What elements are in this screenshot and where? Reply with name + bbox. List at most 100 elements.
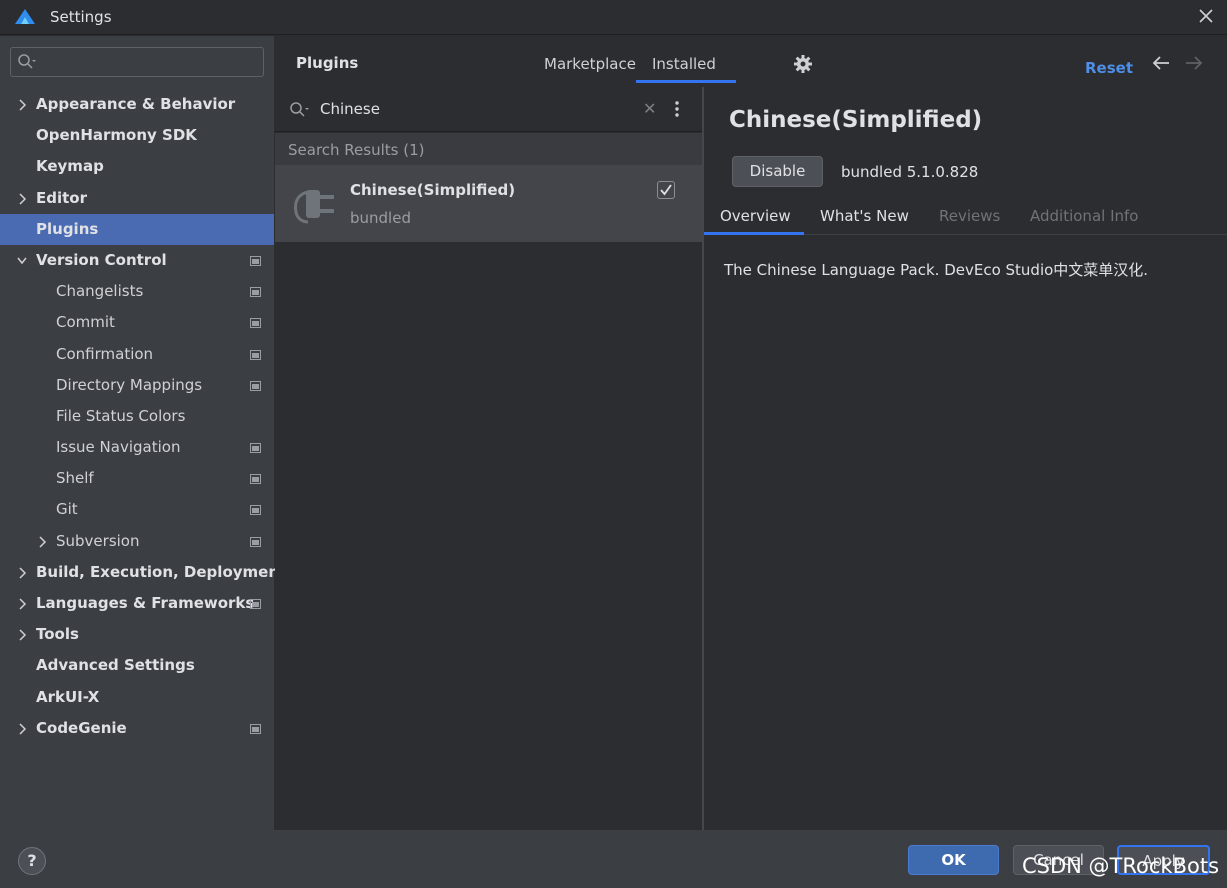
- sidebar-item-label: OpenHarmony SDK: [36, 126, 197, 145]
- clear-search-icon[interactable]: ✕: [643, 99, 656, 118]
- title-bar: Settings: [0, 0, 1227, 35]
- project-level-icon: [250, 505, 261, 516]
- forward-arrow-icon[interactable]: [1184, 54, 1204, 72]
- plugin-plug-icon: [294, 190, 334, 224]
- project-level-icon: [250, 318, 261, 329]
- sidebar-item-languages-frameworks[interactable]: Languages & Frameworks: [0, 588, 274, 619]
- sidebar-item-build-execution-deployment[interactable]: Build, Execution, Deployment: [0, 557, 286, 588]
- project-level-icon: [250, 349, 261, 360]
- sidebar-item-label: Git: [56, 500, 78, 519]
- chevron-right-icon[interactable]: [17, 567, 27, 579]
- sidebar-item-shelf[interactable]: Shelf: [0, 463, 274, 494]
- active-tab-indicator: [704, 232, 804, 235]
- sidebar-item-keymap[interactable]: Keymap: [0, 151, 274, 182]
- settings-sidebar: Appearance & Behavior OpenHarmony SDK Keym…: [0, 36, 286, 830]
- sidebar-item-openharmony-sdk[interactable]: OpenHarmony SDK: [0, 120, 274, 151]
- settings-nav-tree: Appearance & Behavior OpenHarmony SDK Keym…: [0, 89, 286, 744]
- plugin-source: bundled: [350, 209, 411, 227]
- tab-whats-new[interactable]: What's New: [820, 207, 909, 225]
- sidebar-item-editor[interactable]: Editor: [0, 183, 274, 214]
- close-window-button[interactable]: [1195, 5, 1217, 27]
- page-title: Plugins: [296, 54, 359, 72]
- watermark: CSDN @TRockBots: [1022, 854, 1220, 878]
- plugin-search-bar: Chinese ✕: [275, 87, 702, 132]
- more-options-icon[interactable]: [674, 100, 680, 118]
- project-level-icon: [250, 599, 261, 609]
- sidebar-item-commit[interactable]: Commit: [0, 307, 274, 338]
- plugins-header: Plugins Marketplace Installed Reset: [275, 36, 1227, 87]
- sidebar-item-changelists[interactable]: Changelists: [0, 276, 274, 307]
- results-count: Search Results (1): [288, 141, 425, 159]
- sidebar-item-codegenie[interactable]: CodeGenie: [0, 713, 274, 744]
- tab-marketplace[interactable]: Marketplace: [544, 55, 636, 73]
- search-icon: [290, 102, 309, 117]
- chevron-right-icon[interactable]: [17, 629, 27, 641]
- gear-icon[interactable]: [793, 54, 813, 74]
- sidebar-item-label: Languages & Frameworks: [36, 594, 255, 612]
- sidebar-item-label: Changelists: [56, 282, 144, 301]
- sidebar-item-label: Build, Execution, Deployment: [36, 562, 287, 581]
- plugin-list-item[interactable]: Chinese(Simplified) bundled: [275, 165, 702, 242]
- sidebar-item-arkui-x[interactable]: ArkUI-X: [0, 682, 274, 713]
- chevron-right-icon[interactable]: [17, 598, 27, 610]
- plugin-name: Chinese(Simplified): [350, 181, 516, 199]
- sidebar-item-git[interactable]: Git: [0, 494, 274, 525]
- plugin-enabled-checkbox[interactable]: [657, 181, 675, 199]
- close-icon: [1199, 9, 1213, 23]
- sidebar-item-label: Appearance & Behavior: [36, 95, 236, 113]
- sidebar-item-advanced-settings[interactable]: Advanced Settings: [0, 650, 274, 681]
- sidebar-item-label: ArkUI-X: [36, 687, 100, 706]
- deveco-logo-icon: [15, 9, 35, 24]
- project-level-icon: [250, 536, 261, 547]
- sidebar-item-confirmation[interactable]: Confirmation: [0, 339, 274, 370]
- sidebar-item-file-status-colors[interactable]: File Status Colors: [0, 401, 274, 432]
- sidebar-item-label: File Status Colors: [56, 406, 186, 425]
- sidebar-item-label: Directory Mappings: [56, 375, 203, 394]
- sidebar-item-label: Issue Navigation: [56, 438, 181, 457]
- sidebar-item-label: Plugins: [36, 219, 99, 238]
- project-level-icon: [250, 443, 261, 454]
- settings-search-input[interactable]: [10, 47, 264, 77]
- plugin-description: The Chinese Language Pack. DevEco Studio…: [724, 261, 1149, 279]
- reset-link[interactable]: Reset: [1085, 59, 1133, 77]
- chevron-down-icon[interactable]: [17, 255, 27, 267]
- sidebar-item-label: CodeGenie: [36, 718, 127, 737]
- sidebar-item-label: Shelf: [56, 469, 94, 488]
- sidebar-item-appearance-behavior[interactable]: Appearance & Behavior: [0, 89, 274, 120]
- chevron-right-icon[interactable]: [17, 723, 27, 735]
- ok-button[interactable]: OK: [908, 845, 999, 875]
- sidebar-item-label: Subversion: [56, 531, 140, 550]
- chevron-right-icon[interactable]: [17, 99, 27, 111]
- tab-reviews[interactable]: Reviews: [939, 207, 1000, 225]
- sidebar-item-tools[interactable]: Tools: [0, 619, 274, 650]
- sidebar-item-label: Editor: [36, 188, 87, 207]
- project-level-icon: [250, 255, 261, 266]
- sidebar-item-label: Commit: [56, 313, 115, 332]
- sidebar-item-version-control[interactable]: Version Control: [0, 245, 274, 276]
- sidebar-item-directory-mappings[interactable]: Directory Mappings: [0, 370, 274, 401]
- project-level-icon: [250, 474, 261, 485]
- sidebar-item-label: Advanced Settings: [36, 656, 195, 675]
- plugin-version: bundled 5.1.0.828: [841, 163, 979, 181]
- project-level-icon: [250, 380, 261, 391]
- chevron-right-icon[interactable]: [17, 193, 27, 205]
- sidebar-item-plugins[interactable]: Plugins: [0, 213, 274, 245]
- sidebar-item-label: Version Control: [36, 250, 167, 269]
- help-button[interactable]: ?: [18, 847, 46, 875]
- tab-overview[interactable]: Overview: [720, 207, 791, 225]
- tab-additional-info[interactable]: Additional Info: [1030, 207, 1138, 225]
- plugin-search-input[interactable]: Chinese: [320, 100, 380, 118]
- sidebar-item-issue-navigation[interactable]: Issue Navigation: [0, 432, 274, 463]
- back-arrow-icon[interactable]: [1151, 54, 1171, 72]
- sidebar-item-label: Keymap: [36, 157, 104, 176]
- search-icon: [18, 54, 36, 69]
- project-level-icon: [250, 723, 261, 734]
- checkmark-icon: [660, 184, 672, 196]
- disable-button[interactable]: Disable: [732, 156, 823, 187]
- sidebar-item-subversion[interactable]: Subversion: [0, 526, 274, 557]
- chevron-right-icon[interactable]: [37, 536, 47, 548]
- dialog-footer: ? OK Cancel Apply CSDN @TRockBots: [0, 830, 1227, 888]
- project-level-icon: [250, 287, 261, 298]
- tab-installed[interactable]: Installed: [636, 55, 736, 83]
- sidebar-item-label: Confirmation: [56, 344, 154, 363]
